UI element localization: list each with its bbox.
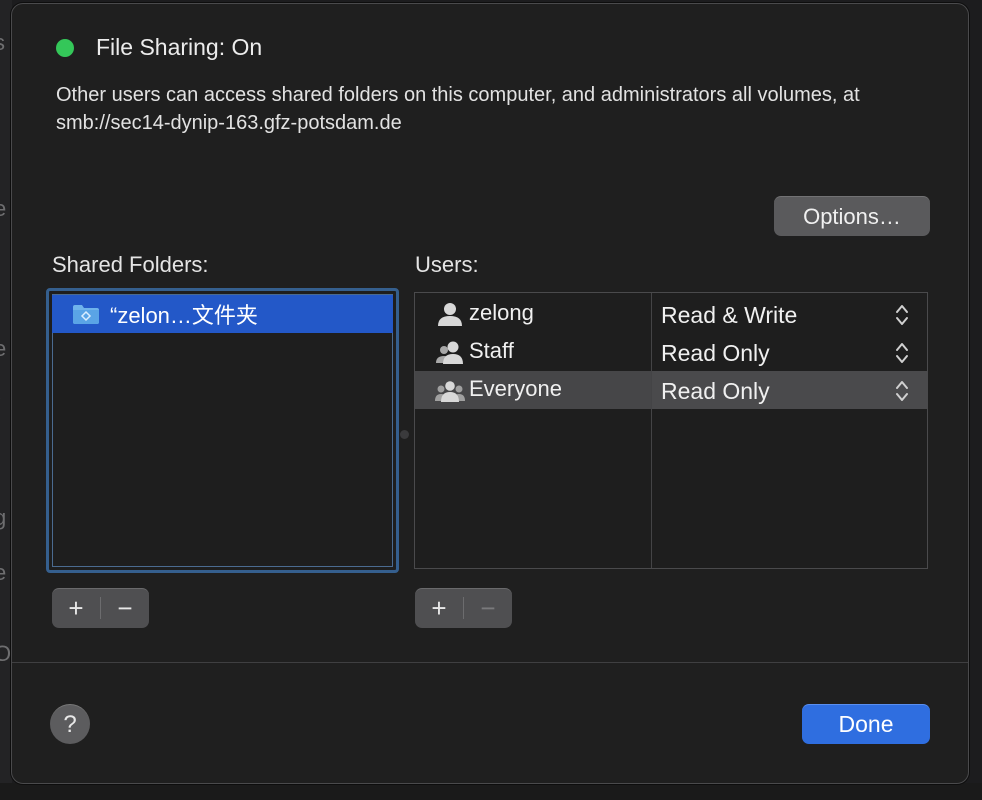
user-name: Staff xyxy=(469,338,514,363)
everyone-icon xyxy=(435,377,465,403)
chevron-up-down-icon xyxy=(895,379,909,403)
permission-popup[interactable]: Read Only xyxy=(652,371,927,409)
user-name: zelong xyxy=(469,300,534,325)
help-button[interactable]: ? xyxy=(50,704,90,744)
footer-divider xyxy=(12,662,968,663)
add-user-button[interactable]: + xyxy=(415,589,463,627)
permission-popup[interactable]: Read Only xyxy=(652,333,927,371)
users-label: Users: xyxy=(415,252,479,277)
background-text: e xyxy=(0,336,7,361)
user-name-cell: zelong xyxy=(415,295,651,333)
shared-folder-row[interactable]: “zelon…文件夹 xyxy=(52,295,393,333)
user-name: Everyone xyxy=(469,376,562,401)
background-text: e xyxy=(0,560,7,585)
split-view-handle[interactable] xyxy=(400,430,409,439)
done-button[interactable]: Done xyxy=(802,704,930,744)
remove-user-button[interactable]: − xyxy=(464,589,512,627)
background-text: e xyxy=(0,196,7,221)
add-shared-folder-button[interactable]: + xyxy=(52,589,100,627)
shared-folders-list-frame xyxy=(52,294,393,567)
background-window-bottom xyxy=(0,783,982,800)
file-sharing-description: Other users can access shared folders on… xyxy=(56,84,860,134)
chevron-up-down-icon xyxy=(895,341,909,365)
group-icon xyxy=(435,339,465,365)
file-sharing-status-title: File Sharing: On xyxy=(96,34,263,60)
users-add-remove-control: + − xyxy=(415,588,512,628)
user-name-cell: Staff xyxy=(415,333,651,371)
background-text: O xyxy=(0,641,12,666)
permission-value: Read Only xyxy=(661,378,770,404)
permission-value: Read & Write xyxy=(661,302,798,328)
remove-shared-folder-button[interactable]: − xyxy=(101,589,149,627)
chevron-up-down-icon xyxy=(895,303,909,327)
users-permissions-table[interactable]: zelong Read & Write Staff Read Only Ever… xyxy=(414,292,928,569)
background-text: g xyxy=(0,505,7,530)
user-row-everyone[interactable]: Everyone Read Only xyxy=(415,371,927,409)
options-button[interactable]: Options… xyxy=(774,196,930,236)
person-icon xyxy=(435,301,465,327)
user-name-cell: Everyone xyxy=(415,371,651,409)
shared-folders-label: Shared Folders: xyxy=(52,252,209,277)
user-row-zelong[interactable]: zelong Read & Write xyxy=(415,295,927,333)
shared-folders-list[interactable]: “zelon…文件夹 xyxy=(46,288,399,573)
shared-folder-icon xyxy=(72,303,100,325)
permission-popup[interactable]: Read & Write xyxy=(652,295,927,333)
status-indicator-icon xyxy=(56,39,74,57)
shared-folder-name: “zelon…文件夹 xyxy=(110,303,258,328)
user-row-staff[interactable]: Staff Read Only xyxy=(415,333,927,371)
shared-folders-add-remove-control: + − xyxy=(52,588,149,628)
permission-value: Read Only xyxy=(661,340,770,366)
background-text: s xyxy=(0,30,5,56)
